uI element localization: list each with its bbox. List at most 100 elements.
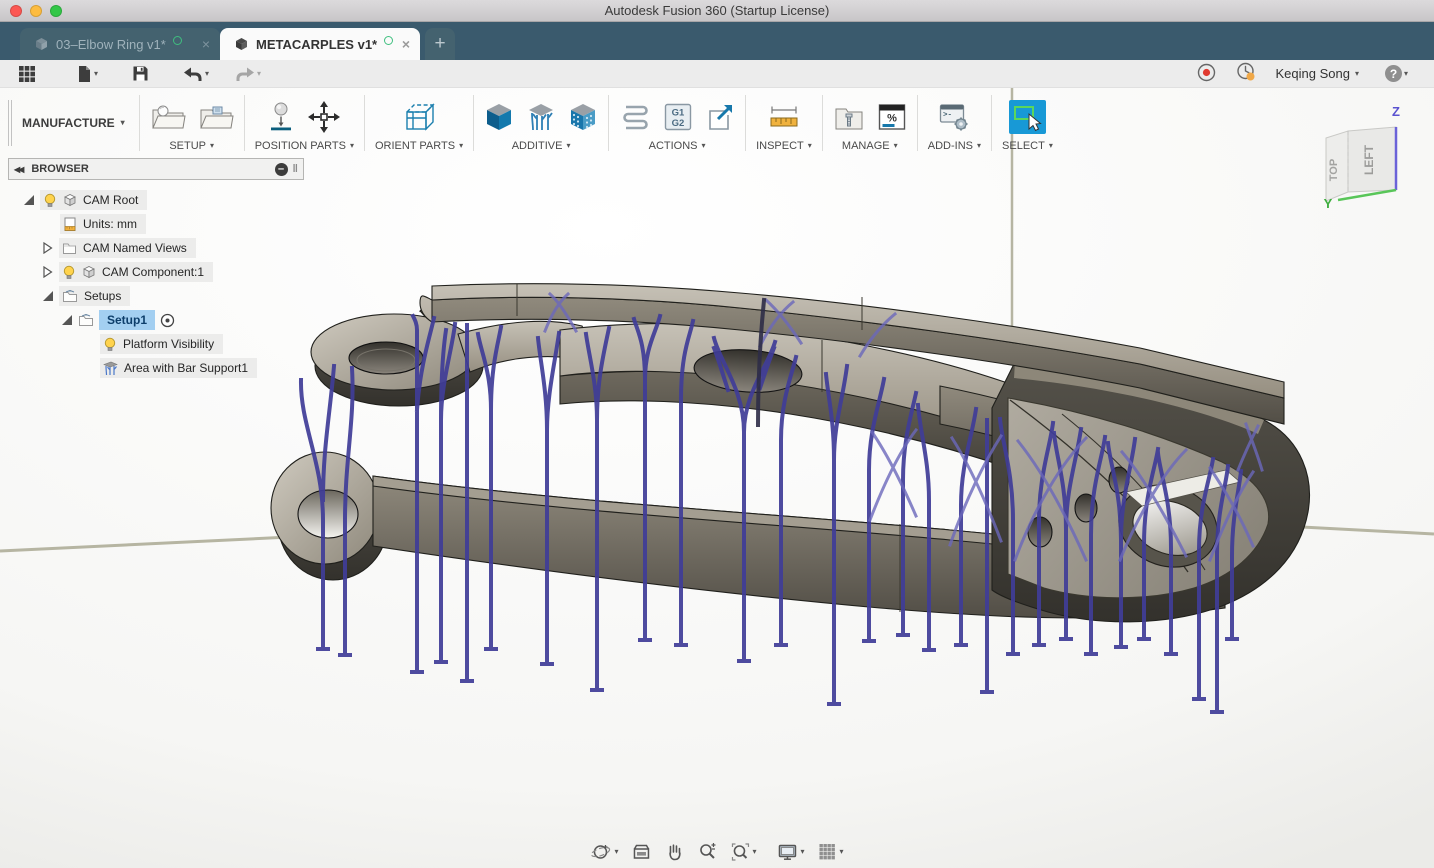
new-setup-button[interactable] [150, 102, 186, 132]
titlebar: Autodesk Fusion 360 (Startup License) [0, 0, 1434, 22]
measure-button[interactable] [767, 103, 801, 131]
ribbon-group-inspect: INSPECT▾ [746, 88, 822, 158]
hide-panel-icon[interactable]: – [275, 163, 288, 176]
file-menu-button[interactable]: ▾ [70, 63, 104, 85]
new-tab-button[interactable]: + [425, 28, 455, 60]
browser-tree: CAM Root Units: mm CAM Named Views CAM C… [8, 180, 304, 380]
tree-item-label-selected[interactable]: Setup1 [99, 310, 155, 330]
visibility-bulb-icon[interactable] [62, 265, 76, 280]
print-volume-icon [484, 102, 514, 132]
lattice-icon [568, 102, 598, 132]
tree-row-setups[interactable]: Setups [8, 284, 304, 308]
chevron-down-icon: ▾ [808, 142, 812, 150]
tab-metacarples[interactable]: METACARPLES v1* × [220, 28, 420, 60]
svg-text:G2: G2 [672, 118, 685, 129]
chevron-down-icon: ▾ [614, 848, 618, 856]
chevron-down-icon: ▾ [801, 848, 805, 856]
expander-open-icon[interactable] [60, 314, 73, 326]
record-icon [1197, 63, 1216, 82]
pan-button[interactable] [662, 841, 686, 863]
setup-from-template-button[interactable] [198, 102, 234, 132]
task-manager-button[interactable]: % [877, 102, 907, 132]
app-launcher-button[interactable] [12, 63, 42, 85]
visibility-bulb-icon[interactable] [103, 337, 117, 352]
tree-row-platform-visibility[interactable]: Platform Visibility [8, 332, 304, 356]
ribbon-group-label-orient-parts[interactable]: ORIENT PARTS▾ [375, 140, 463, 152]
ribbon-group-select: SELECT▾ [992, 88, 1063, 158]
collapse-panel-icon[interactable]: ◀◀ [14, 165, 22, 174]
close-tab-icon[interactable]: × [202, 36, 210, 52]
tree-row-area-bar-support[interactable]: Area with Bar Support1 [8, 356, 304, 380]
post-process-button[interactable]: G1G2 [663, 102, 693, 132]
expander-open-icon[interactable] [41, 290, 54, 302]
select-tool-button[interactable] [1009, 100, 1046, 134]
chevron-down-icon: ▾ [752, 848, 756, 856]
grid-apps-icon [18, 65, 36, 83]
redo-button[interactable]: ▾ [229, 64, 267, 84]
lattice-button[interactable] [568, 102, 598, 132]
panel-grip-icon[interactable]: ‖ [293, 163, 298, 175]
expander-open-icon[interactable] [22, 194, 35, 206]
tree-row-units[interactable]: Units: mm [8, 212, 304, 236]
ribbon-group-label-select[interactable]: SELECT▾ [1002, 140, 1053, 152]
undo-icon [183, 66, 203, 82]
chevron-down-icon: ▾ [210, 142, 214, 150]
chevron-down-icon: ▾ [1049, 142, 1053, 150]
grid-layout-button[interactable]: ▾ [816, 841, 846, 863]
tree-row-cam-component[interactable]: CAM Component:1 [8, 260, 304, 284]
arrange-button[interactable] [267, 101, 295, 133]
workspace-switcher[interactable]: MANUFACTURE ▾ [16, 88, 139, 158]
user-name: Keqing Song [1276, 66, 1350, 81]
look-at-button[interactable] [629, 841, 653, 863]
tree-item-label: Setups [84, 289, 121, 303]
print-volume-button[interactable] [484, 102, 514, 132]
orbit-icon [590, 842, 612, 862]
browser-header[interactable]: ◀◀ BROWSER – ‖ [8, 158, 304, 180]
help-menu-button[interactable]: ? ▾ [1379, 63, 1414, 84]
zoom-button[interactable] [695, 841, 719, 863]
grid-layout-icon [818, 842, 838, 862]
look-at-icon [631, 842, 651, 862]
export-button[interactable] [705, 102, 735, 132]
orient-button[interactable] [400, 101, 438, 133]
tree-row-cam-named-views[interactable]: CAM Named Views [8, 236, 304, 260]
ribbon-group-label-manage[interactable]: MANAGE▾ [842, 140, 898, 152]
tool-library-button[interactable] [833, 102, 865, 132]
ribbon-group-label-position-parts[interactable]: POSITION PARTS▾ [255, 140, 354, 152]
expander-closed-icon[interactable] [41, 242, 54, 254]
ribbon-group-label-additive[interactable]: ADDITIVE▾ [512, 140, 571, 152]
fit-icon [730, 842, 750, 862]
chevron-down-icon: ▾ [121, 119, 125, 127]
chevron-down-icon: ▾ [94, 70, 98, 78]
fit-button[interactable]: ▾ [728, 841, 758, 863]
active-setup-target-icon[interactable] [160, 313, 175, 328]
visibility-bulb-icon[interactable] [43, 193, 57, 208]
zoom-icon [697, 842, 717, 862]
display-settings-button[interactable]: ▾ [776, 841, 807, 863]
user-account-menu[interactable]: Keqing Song ▾ [1276, 66, 1359, 81]
move-button[interactable] [307, 100, 341, 134]
screen-record-button[interactable] [1197, 63, 1216, 85]
ribbon-group-label-actions[interactable]: ACTIONS▾ [649, 140, 706, 152]
tab-elbow-ring[interactable]: 03–Elbow Ring v1* × [20, 28, 220, 60]
support-structures-button[interactable] [526, 102, 556, 132]
tab-label: 03–Elbow Ring v1* [56, 37, 166, 52]
scripts-add-ins-button[interactable]: >- [938, 102, 970, 132]
toolbar-grip[interactable] [8, 100, 12, 146]
tree-row-setup1[interactable]: Setup1 [8, 308, 304, 332]
undo-button[interactable]: ▾ [177, 64, 215, 84]
close-tab-icon[interactable]: × [402, 36, 410, 52]
save-button[interactable] [126, 63, 155, 84]
setups-folder-icon [62, 290, 78, 303]
job-status-button[interactable] [1236, 62, 1256, 85]
generate-toolpath-button[interactable] [619, 103, 651, 131]
tree-row-cam-root[interactable]: CAM Root [8, 188, 304, 212]
tree-item-label: CAM Named Views [83, 241, 187, 255]
ribbon-group-label-inspect[interactable]: INSPECT▾ [756, 140, 812, 152]
expander-closed-icon[interactable] [41, 266, 54, 278]
ribbon-group-label-setup[interactable]: SETUP▾ [169, 140, 214, 152]
view-cube[interactable]: TOP LEFT Z Y [1316, 100, 1420, 212]
orbit-button[interactable]: ▾ [588, 841, 620, 863]
ribbon-group-label-add-ins[interactable]: ADD-INS▾ [928, 140, 981, 152]
select-icon [1011, 102, 1043, 132]
